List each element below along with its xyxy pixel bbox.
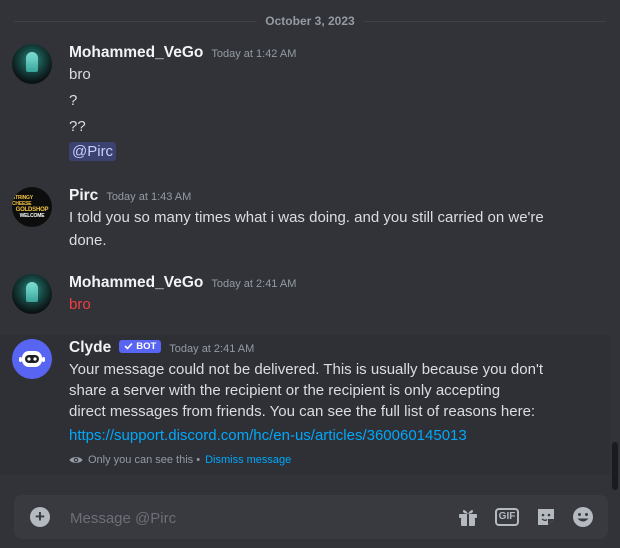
bot-badge-label: BOT bbox=[136, 340, 157, 352]
gift-icon[interactable] bbox=[456, 505, 480, 529]
clyde-robot-icon bbox=[19, 351, 45, 367]
message-text: ?? bbox=[69, 118, 86, 135]
message-text: bro bbox=[69, 66, 91, 83]
message-group: STRINGY CHEESE GOLDSHOP WELCOME Pirc Tod… bbox=[0, 183, 610, 253]
message-group: Mohammed_VeGo Today at 1:42 AM bro ? ?? … bbox=[0, 40, 610, 170]
avatar[interactable] bbox=[12, 339, 52, 379]
message-group: Mohammed_VeGo Today at 2:41 AM bro bbox=[0, 270, 610, 320]
author-name[interactable]: Clyde bbox=[69, 339, 111, 357]
author-name[interactable]: Mohammed_VeGo bbox=[69, 44, 203, 62]
emoji-icon[interactable] bbox=[571, 505, 595, 529]
timestamp: Today at 2:41 AM bbox=[211, 278, 297, 290]
message-text: share a server with the recipient or the… bbox=[69, 382, 501, 399]
ephemeral-notice: Only you can see this • Dismiss message bbox=[69, 454, 291, 466]
user-mention[interactable]: @Pirc bbox=[69, 142, 117, 161]
sticker-icon[interactable] bbox=[534, 505, 558, 529]
eye-icon bbox=[69, 457, 83, 463]
support-link[interactable]: https://support.discord.com/hc/en-us/art… bbox=[69, 427, 467, 444]
ephemeral-text: Only you can see this • bbox=[88, 454, 201, 466]
message-composer: + GIF bbox=[14, 495, 608, 541]
message-text: done. bbox=[69, 232, 107, 249]
timestamp: Today at 1:42 AM bbox=[211, 48, 297, 60]
author-name[interactable]: Pirc bbox=[69, 187, 98, 205]
message-input[interactable] bbox=[68, 495, 432, 541]
message-text: direct messages from friends. You can se… bbox=[69, 403, 536, 420]
date-divider: October 3, 2023 bbox=[14, 10, 606, 32]
bot-badge: BOT bbox=[119, 339, 162, 353]
message-text: bro bbox=[69, 296, 91, 313]
scrollbar[interactable] bbox=[612, 442, 618, 490]
message-text: ? bbox=[69, 92, 78, 109]
gif-label: GIF bbox=[494, 508, 520, 526]
check-icon bbox=[124, 342, 133, 350]
date-divider-label: October 3, 2023 bbox=[257, 14, 363, 28]
timestamp: Today at 2:41 AM bbox=[169, 343, 255, 355]
avatar[interactable]: STRINGY CHEESE GOLDSHOP WELCOME bbox=[12, 187, 52, 227]
message-text: I told you so many times what i was doin… bbox=[69, 209, 544, 226]
timestamp: Today at 1:43 AM bbox=[106, 191, 192, 203]
avatar[interactable] bbox=[12, 44, 52, 84]
author-name[interactable]: Mohammed_VeGo bbox=[69, 274, 203, 292]
avatar[interactable] bbox=[12, 274, 52, 314]
dismiss-message-link[interactable]: Dismiss message bbox=[205, 454, 291, 466]
plus-circle-icon[interactable]: + bbox=[30, 507, 50, 527]
gif-icon[interactable]: GIF bbox=[494, 505, 520, 529]
message-group: Clyde BOT Today at 2:41 AM Your message … bbox=[0, 335, 610, 475]
message-text: Your message could not be delivered. Thi… bbox=[69, 361, 543, 378]
